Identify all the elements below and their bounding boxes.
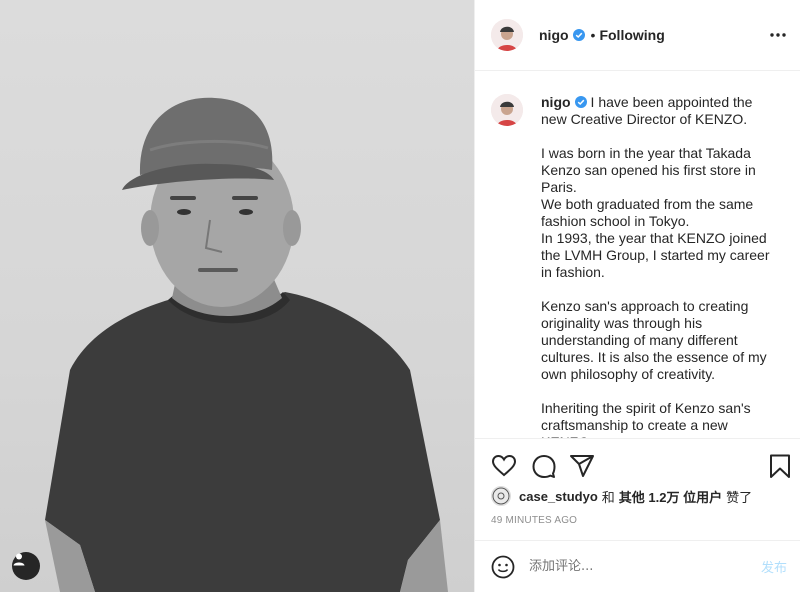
post-photo-portrait xyxy=(45,97,448,592)
author-avatar-image xyxy=(491,19,523,51)
liker-avatar-image xyxy=(492,487,510,505)
following-button[interactable]: Following xyxy=(599,27,664,43)
comment-icon[interactable] xyxy=(531,453,557,479)
comment-input[interactable] xyxy=(529,559,749,574)
verified-badge-icon xyxy=(574,96,587,108)
emoji-icon[interactable] xyxy=(491,555,515,579)
likes-suffix: 赞了 xyxy=(726,489,753,505)
post-timestamp[interactable]: 49 MINUTES AGO xyxy=(491,515,577,526)
author-username[interactable]: nigo xyxy=(539,27,569,43)
share-icon[interactable] xyxy=(569,453,595,479)
liker-avatar[interactable] xyxy=(491,486,511,506)
author-avatar[interactable] xyxy=(491,19,523,51)
user-tag-icon xyxy=(13,553,25,566)
caption-scroll-area[interactable]: nigo I have been appointed the new Creati… xyxy=(475,72,800,438)
likes-others-count[interactable]: 其他 1.2万 位用户 xyxy=(619,487,722,506)
comment-bar: 发布 xyxy=(475,540,800,592)
likes-summary: case_studyo 和 其他 1.2万 位用户 赞了 xyxy=(491,486,752,506)
bookmark-icon[interactable] xyxy=(767,453,793,479)
user-tag-button[interactable] xyxy=(12,552,40,580)
post-header: nigo • Following xyxy=(475,0,800,71)
likes-and: 和 xyxy=(601,489,615,505)
verified-badge-icon xyxy=(572,29,585,41)
caption-comment: nigo I have been appointed the new Creati… xyxy=(491,94,785,438)
liker-username[interactable]: case_studyo xyxy=(519,489,598,504)
post-side-panel: nigo • Following nigo I have been appoint xyxy=(474,0,800,592)
heart-icon[interactable] xyxy=(491,453,517,479)
caption-text-block: nigo I have been appointed the new Creati… xyxy=(541,94,777,438)
post-comment-button[interactable]: 发布 xyxy=(761,557,787,576)
post-photo[interactable] xyxy=(0,0,474,592)
caption-body: I have been appointed the new Creative D… xyxy=(541,94,770,438)
more-options-icon[interactable] xyxy=(769,26,787,44)
caption-author-avatar[interactable] xyxy=(491,94,523,126)
header-separator: • xyxy=(590,27,596,43)
caption-author-avatar-image xyxy=(491,94,523,126)
caption-username[interactable]: nigo xyxy=(541,94,571,110)
action-bar xyxy=(475,438,800,488)
